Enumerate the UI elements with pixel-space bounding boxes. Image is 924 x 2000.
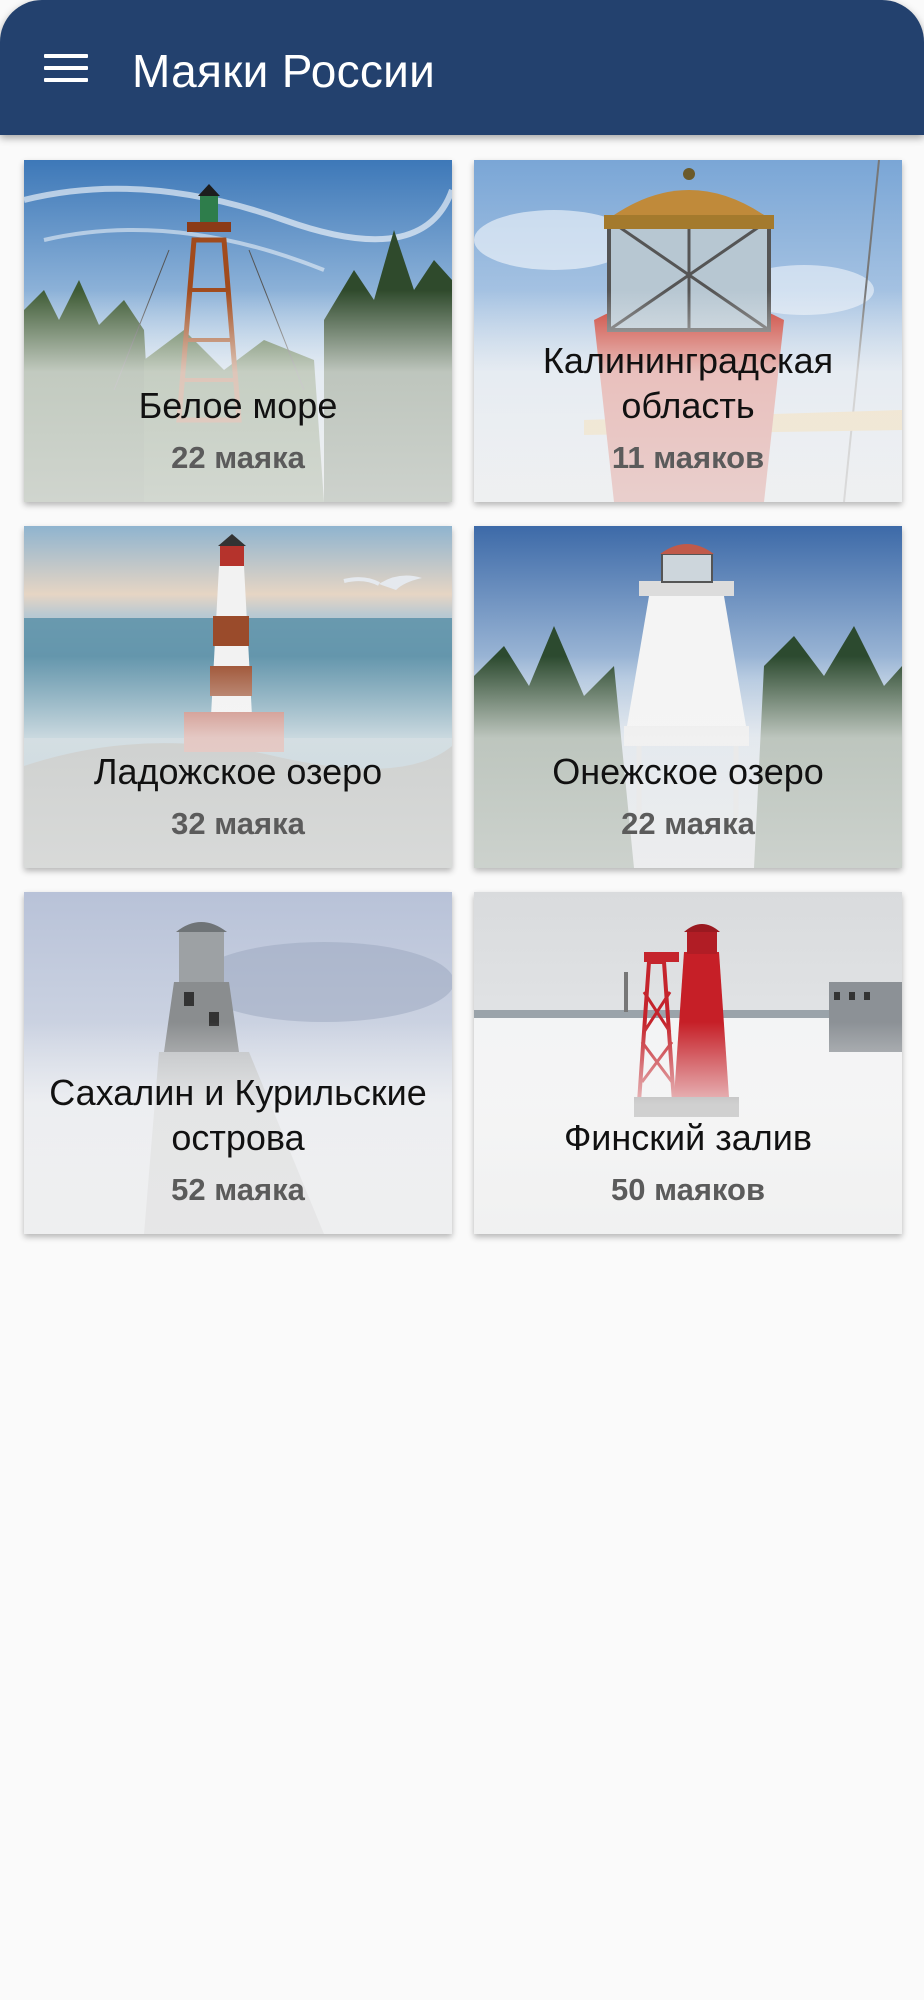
lighthouse-count: 32 маяка: [171, 806, 305, 841]
region-name: Белое море: [138, 385, 338, 426]
region-card-kaliningrad[interactable]: Калининградская область 11 маяков: [474, 160, 902, 502]
lighthouse-count: 50 маяков: [610, 1172, 766, 1207]
region-name: Ладожское озеро: [93, 751, 383, 792]
region-card-ladoga[interactable]: Ладожское озеро 32 маяка: [24, 526, 452, 868]
region-label: Калининградская область 11 маяков: [484, 338, 892, 478]
region-card-sakhalin[interactable]: Сахалин и Курильские острова 52 маяка: [24, 892, 452, 1234]
region-label: Сахалин и Курильские острова 52 маяка: [34, 1070, 442, 1210]
app-bar: Маяки России: [0, 0, 924, 135]
lighthouse-count: 22 маяка: [171, 440, 305, 475]
region-card-onega[interactable]: Онежское озеро 22 маяка: [474, 526, 902, 868]
region-label: Ладожское озеро 32 маяка: [34, 749, 442, 844]
region-name: Калининградская область: [542, 340, 834, 426]
region-name: Сахалин и Курильские острова: [49, 1072, 427, 1158]
region-name: Финский залив: [563, 1117, 813, 1158]
page-title: Маяки России: [132, 45, 436, 97]
region-name: Онежское озеро: [552, 751, 824, 792]
lighthouse-count: 22 маяка: [621, 806, 755, 841]
region-card-white-sea[interactable]: Белое море 22 маяка: [24, 160, 452, 502]
lighthouse-count: 52 маяка: [171, 1172, 305, 1207]
region-label: Онежское озеро 22 маяка: [484, 749, 892, 844]
region-label: Белое море 22 маяка: [34, 383, 442, 478]
region-label: Финский залив 50 маяков: [484, 1115, 892, 1210]
lighthouse-count: 11 маяков: [611, 440, 765, 475]
region-card-gulf-of-finland[interactable]: Финский залив 50 маяков: [474, 892, 902, 1234]
hamburger-menu-icon[interactable]: [30, 36, 102, 100]
